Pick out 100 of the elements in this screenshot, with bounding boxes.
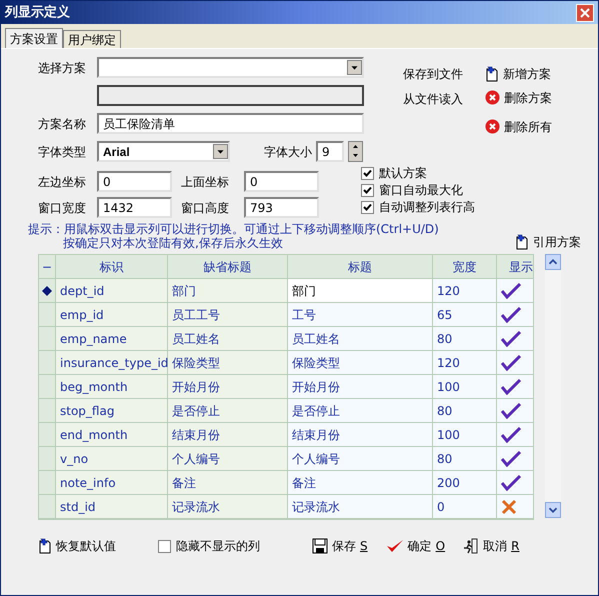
table-cell: 80 [433, 327, 497, 351]
table-cell: 80 [433, 399, 497, 423]
restore-defaults-button[interactable]: 恢复默认值 [38, 538, 116, 554]
table-cell: 100 [433, 375, 497, 399]
checkmark-icon [501, 378, 521, 394]
close-button[interactable] [576, 4, 594, 22]
tab[interactable]: 用户绑定 [63, 30, 121, 48]
table-cell: emp_name [56, 327, 168, 351]
table-cell: 是否停止 [168, 399, 288, 423]
checkbox[interactable] [361, 184, 374, 196]
window-height-field[interactable]: 793 [244, 197, 319, 218]
table-cell[interactable] [497, 423, 533, 447]
tab[interactable]: 方案设置 [5, 28, 63, 48]
font-size-field[interactable]: 9 [316, 141, 344, 162]
hint-text: 提示：用鼠标双击显示列可以进行切换。可通过上下移动调整顺序(Ctrl+U/D) [28, 222, 439, 236]
row-indicator[interactable] [39, 279, 56, 303]
checkmark-icon [501, 330, 521, 346]
table-cell: 120 [433, 279, 497, 303]
table-cell: 开始月份 [168, 375, 288, 399]
field-label: 选择方案 [38, 60, 87, 74]
scroll-down-icon[interactable] [545, 502, 561, 518]
table-cell: v_no [56, 447, 168, 471]
import-scheme-button[interactable]: 引用方案 [515, 234, 581, 250]
table-cell: 120 [433, 351, 497, 375]
checkmark-icon [386, 538, 404, 554]
checkbox[interactable] [361, 200, 374, 214]
font-dropdown[interactable]: Arial [97, 141, 230, 162]
option-label: 自动调整列表行高 [379, 200, 475, 214]
checkmark-icon [501, 474, 521, 490]
field-label: 上面坐标 [180, 174, 230, 188]
file-link[interactable]: 保存到文件 [403, 67, 463, 81]
table-cell: 员工姓名 [168, 327, 288, 351]
table-cell: 结束月份 [168, 423, 288, 447]
table-cell: std_id [56, 495, 168, 519]
checkmark-icon [501, 282, 521, 298]
table-cell: 0 [433, 495, 497, 519]
file-link[interactable]: 从文件读入 [403, 92, 463, 106]
option-label: 窗口自动最大化 [379, 183, 463, 197]
scheme-dropdown[interactable] [97, 57, 364, 78]
delete-scheme-button[interactable]: 删除方案 [485, 90, 552, 105]
table-cell[interactable] [497, 471, 533, 495]
table-cell: insurance_type_id [56, 351, 168, 375]
field-label: 窗口高度 [180, 200, 230, 214]
add-scheme-button[interactable]: 新增方案 [485, 66, 552, 82]
table-cell: 80 [433, 447, 497, 471]
table-cell: 是否停止 [288, 399, 433, 423]
ok-button[interactable]: 确定 O [386, 538, 446, 554]
left-coordinate-field[interactable]: 0 [97, 171, 172, 192]
spinner[interactable] [348, 141, 363, 162]
running-figure-icon [463, 538, 480, 554]
option-label: 默认方案 [379, 166, 427, 180]
field-label: 方案名称 [38, 116, 87, 130]
table-cell: 部门 [288, 279, 433, 303]
table-cell: 65 [433, 303, 497, 327]
checkmark-icon [501, 402, 521, 418]
scheme-description-field[interactable] [97, 85, 364, 106]
save-button[interactable]: 保存 S [312, 538, 368, 554]
field-label: 字体大小 [264, 144, 312, 158]
table-cell: end_month [56, 423, 168, 447]
delete-scheme-button[interactable]: 删除所有 [485, 119, 552, 134]
option-label: 隐藏不显示的列 [176, 539, 260, 553]
table-cell[interactable] [497, 327, 533, 351]
delete-icon [485, 119, 500, 134]
cross-icon [501, 498, 517, 514]
table-cell: 部门 [168, 279, 288, 303]
scheme-name-field[interactable]: 员工保险清单 [97, 113, 364, 134]
table-cell[interactable] [497, 447, 533, 471]
window-width-field[interactable]: 1432 [97, 197, 172, 218]
checkbox[interactable] [361, 166, 374, 180]
checkmark-icon [501, 306, 521, 322]
table-cell: 记录流水 [288, 495, 433, 519]
table-cell: 结束月份 [288, 423, 433, 447]
table-cell[interactable] [497, 279, 533, 303]
field-label: 窗口宽度 [38, 200, 87, 214]
table-cell: 工号 [288, 303, 433, 327]
top-coordinate-field[interactable]: 0 [244, 171, 319, 192]
field-label: 字体类型 [38, 144, 87, 158]
table-cell[interactable] [497, 351, 533, 375]
table-cell[interactable] [497, 303, 533, 327]
table-cell[interactable] [497, 495, 533, 519]
table-cell: 保险类型 [288, 351, 433, 375]
table-cell[interactable] [497, 399, 533, 423]
table-cell: 个人编号 [168, 447, 288, 471]
scroll-up-icon[interactable] [545, 254, 561, 270]
scrollbar[interactable] [545, 254, 561, 518]
checkmark-icon [501, 354, 521, 370]
table-cell[interactable] [497, 375, 533, 399]
checkbox[interactable] [158, 540, 171, 552]
table-cell: note_info [56, 471, 168, 495]
table-cell: 备注 [288, 471, 433, 495]
document-plus-icon [38, 538, 52, 554]
table-cell: 员工工号 [168, 303, 288, 327]
window-title: 列显示定义 [5, 6, 70, 20]
table-cell: 记录流水 [168, 495, 288, 519]
table-cell: 备注 [168, 471, 288, 495]
cancel-button[interactable]: 取消 R [463, 538, 520, 554]
field-label: 左边坐标 [38, 174, 87, 188]
table-cell: 开始月份 [288, 375, 433, 399]
table-cell: dept_id [56, 279, 168, 303]
table-cell: beg_month [56, 375, 168, 399]
